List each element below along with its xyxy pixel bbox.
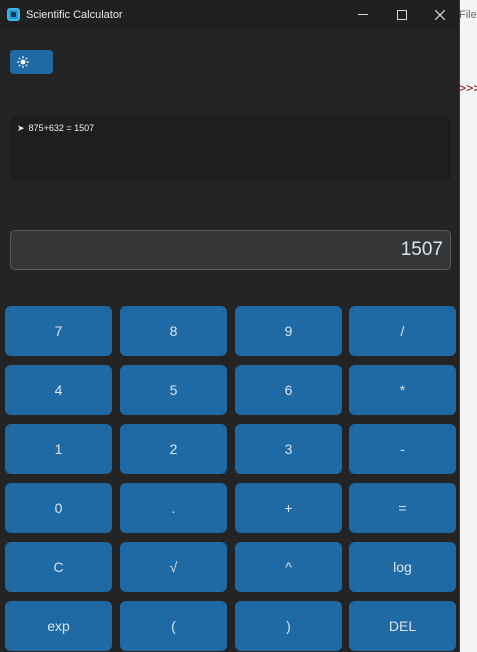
key-3[interactable]: 3 [235,424,342,474]
key-equals[interactable]: = [349,483,456,533]
history-panel[interactable]: ➤ 875+632 = 1507 [10,116,451,181]
key-open-paren[interactable]: ( [120,601,227,651]
theme-toggle-button[interactable] [10,50,53,74]
key-2[interactable]: 2 [120,424,227,474]
close-button[interactable] [421,0,459,30]
background-arrows: >>> [459,81,477,95]
key-5[interactable]: 5 [120,365,227,415]
key-sqrt[interactable]: √ [120,542,227,592]
key-subtract[interactable]: - [349,424,456,474]
title-bar[interactable]: Scientific Calculator [0,0,459,30]
key-6[interactable]: 6 [235,365,342,415]
key-delete[interactable]: DEL [349,601,456,651]
key-8[interactable]: 8 [120,306,227,356]
minimize-button[interactable] [344,0,382,30]
key-add[interactable]: + [235,483,342,533]
sun-icon [17,56,29,68]
key-power[interactable]: ^ [235,542,342,592]
key-multiply[interactable]: * [349,365,456,415]
key-log[interactable]: log [349,542,456,592]
key-decimal[interactable]: . [120,483,227,533]
maximize-icon [397,10,407,20]
key-exp[interactable]: exp [5,601,112,651]
key-7[interactable]: 7 [5,306,112,356]
result-display[interactable]: 1507 [10,230,451,270]
key-divide[interactable]: / [349,306,456,356]
background-window-strip [458,0,477,652]
history-entry-text: 875+632 = 1507 [28,123,95,133]
key-0[interactable]: 0 [5,483,112,533]
key-1[interactable]: 1 [5,424,112,474]
window-title: Scientific Calculator [26,9,123,21]
background-file-menu: File [459,9,477,21]
close-icon [435,10,445,20]
app-icon [7,8,20,21]
key-clear[interactable]: C [5,542,112,592]
history-entry: ➤ 875+632 = 1507 [17,123,94,134]
calculator-window: Scientific Calculator ➤ 875+632 = 1507 1… [0,0,460,652]
key-4[interactable]: 4 [5,365,112,415]
key-9[interactable]: 9 [235,306,342,356]
history-arrow-icon: ➤ [17,123,25,133]
minimize-icon [358,14,368,15]
maximize-button[interactable] [382,0,420,30]
key-close-paren[interactable]: ) [235,601,342,651]
